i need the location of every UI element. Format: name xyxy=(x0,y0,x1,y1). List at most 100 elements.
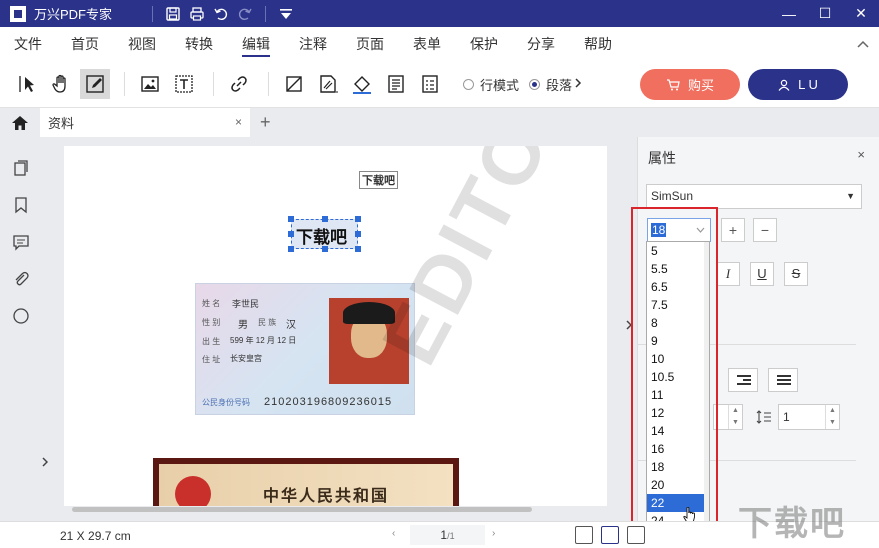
comments-button[interactable] xyxy=(0,223,42,260)
align-right-button[interactable] xyxy=(728,368,758,392)
buy-button[interactable]: 购买 xyxy=(640,69,740,100)
menu-comment[interactable]: 注释 xyxy=(299,27,327,61)
edit-mode-radio-group: 行模式 段落 xyxy=(463,75,582,94)
id-card-back-title: 中华人民共和国 xyxy=(263,488,390,505)
two-page-view-icon[interactable] xyxy=(627,526,645,544)
small-text-block[interactable]: 下载吧 xyxy=(359,171,398,189)
resize-handle[interactable] xyxy=(322,246,328,252)
id-birth-value: 599 年 12 月 12 日 xyxy=(230,336,297,345)
numbered-list-icon xyxy=(422,75,438,93)
add-text-box-button[interactable] xyxy=(169,69,199,99)
minimize-button[interactable]: — xyxy=(771,0,807,27)
quick-access-dropdown-icon[interactable] xyxy=(274,4,298,24)
menu-form[interactable]: 表单 xyxy=(413,27,441,61)
resize-handle[interactable] xyxy=(355,231,361,237)
menu-convert[interactable]: 转换 xyxy=(185,27,213,61)
line-mode-label[interactable]: 行模式 xyxy=(480,75,519,94)
pdf-page[interactable]: 下载吧 下载吧 姓 名 李世民 性 别 男 民 族 汉 出 生 599 年 12… xyxy=(64,146,607,506)
chevron-down-icon: ▼ xyxy=(846,191,855,201)
search-panel-button[interactable] xyxy=(0,297,42,334)
page-total: /1 xyxy=(447,531,455,541)
resize-handle[interactable] xyxy=(288,216,294,222)
page-size-readout: 21 X 29.7 cm xyxy=(60,529,131,543)
expand-left-panel-icon[interactable] xyxy=(42,457,49,470)
menu-page[interactable]: 页面 xyxy=(356,27,384,61)
watermark-button[interactable] xyxy=(313,69,343,99)
more-options-icon[interactable] xyxy=(574,77,582,91)
spin-arrows[interactable]: ▲ ▼ xyxy=(728,405,742,429)
bookmarks-button[interactable] xyxy=(0,186,42,223)
edit-text-tool-button[interactable] xyxy=(80,69,110,99)
header-footer-icon xyxy=(388,75,404,93)
home-tab[interactable] xyxy=(0,108,40,137)
increase-font-size-button[interactable]: + xyxy=(721,218,745,242)
cart-icon xyxy=(666,78,680,90)
hand-tool-button[interactable] xyxy=(46,69,76,99)
menu-view[interactable]: 视图 xyxy=(128,27,156,61)
align-justify-button[interactable] xyxy=(768,368,798,392)
paragraph-mode-radio[interactable] xyxy=(529,78,541,90)
id-number: 210203196809236015 xyxy=(264,396,393,408)
document-tab[interactable]: 资料 × xyxy=(40,108,250,137)
add-image-button[interactable] xyxy=(135,69,165,99)
close-properties-icon[interactable]: × xyxy=(857,147,865,162)
link-button[interactable] xyxy=(224,69,254,99)
strikethrough-button[interactable]: S xyxy=(784,262,808,286)
collapse-ribbon-icon[interactable] xyxy=(857,37,869,51)
close-tab-icon[interactable]: × xyxy=(235,115,242,129)
menu-file[interactable]: 文件 xyxy=(14,27,42,61)
user-label: L U xyxy=(798,77,818,92)
print-icon[interactable] xyxy=(185,4,209,24)
line-spacing-input[interactable]: 1 ▲ ▼ xyxy=(778,404,840,430)
paint-bucket-icon xyxy=(353,76,371,94)
underline-button[interactable]: U xyxy=(750,262,774,286)
resize-handle[interactable] xyxy=(288,231,294,237)
menu-edit[interactable]: 编辑 xyxy=(242,27,270,61)
bates-number-button[interactable] xyxy=(415,69,445,99)
select-tool-button[interactable] xyxy=(12,69,42,99)
page-number-input[interactable]: 1/1 xyxy=(410,525,485,545)
decrease-font-size-button[interactable]: − xyxy=(753,218,777,242)
pages-icon xyxy=(14,159,28,176)
save-icon[interactable] xyxy=(161,4,185,24)
paragraph-mode-label[interactable]: 段落 xyxy=(546,75,572,94)
id-address-value: 长安皇宫 xyxy=(230,354,262,363)
menu-share[interactable]: 分享 xyxy=(527,27,555,61)
crop-button[interactable] xyxy=(279,69,309,99)
selected-text[interactable]: 下载吧 xyxy=(296,223,347,248)
maximize-button[interactable]: ☐ xyxy=(807,0,843,27)
horizontal-scrollbar[interactable] xyxy=(72,507,532,512)
header-footer-button[interactable] xyxy=(381,69,411,99)
menu-home[interactable]: 首页 xyxy=(71,27,99,61)
next-page-button[interactable]: › xyxy=(492,528,495,539)
italic-button[interactable]: I xyxy=(716,262,740,286)
redo-icon[interactable] xyxy=(233,4,257,24)
thumbnails-button[interactable] xyxy=(0,149,42,186)
attachments-button[interactable] xyxy=(0,260,42,297)
resize-handle[interactable] xyxy=(355,246,361,252)
close-window-button[interactable]: ✕ xyxy=(843,0,879,27)
line-spacing-icon xyxy=(756,410,772,427)
id-name-label: 姓 名 xyxy=(202,299,221,308)
resize-handle[interactable] xyxy=(288,246,294,252)
line-mode-radio[interactable] xyxy=(463,78,474,90)
resize-handle[interactable] xyxy=(322,216,328,222)
continuous-view-icon[interactable] xyxy=(601,526,619,544)
single-page-view-icon[interactable] xyxy=(575,526,593,544)
id-ethnic-value: 汉 xyxy=(286,320,296,331)
background-button[interactable] xyxy=(347,69,377,99)
add-tab-button[interactable]: + xyxy=(260,112,271,133)
spin-arrows[interactable]: ▲ ▼ xyxy=(825,405,839,429)
undo-icon[interactable] xyxy=(209,4,233,24)
resize-handle[interactable] xyxy=(355,216,361,222)
menu-help[interactable]: 帮助 xyxy=(584,27,612,61)
previous-page-button[interactable]: ‹ xyxy=(392,528,395,539)
user-account-button[interactable]: L U xyxy=(748,69,848,100)
id-ethnic-label: 民 族 xyxy=(258,318,277,327)
font-family-select[interactable]: SimSun ▼ xyxy=(646,184,862,209)
menu-protect[interactable]: 保护 xyxy=(470,27,498,61)
id-card-back-image[interactable]: 中华人民共和国 xyxy=(153,458,459,506)
document-viewport[interactable]: 下载吧 下载吧 姓 名 李世民 性 别 男 民 族 汉 出 生 599 年 12… xyxy=(52,137,617,521)
editor-watermark: EDITOR xyxy=(364,146,596,379)
site-watermark-logo: 下载吧 xyxy=(738,488,878,548)
